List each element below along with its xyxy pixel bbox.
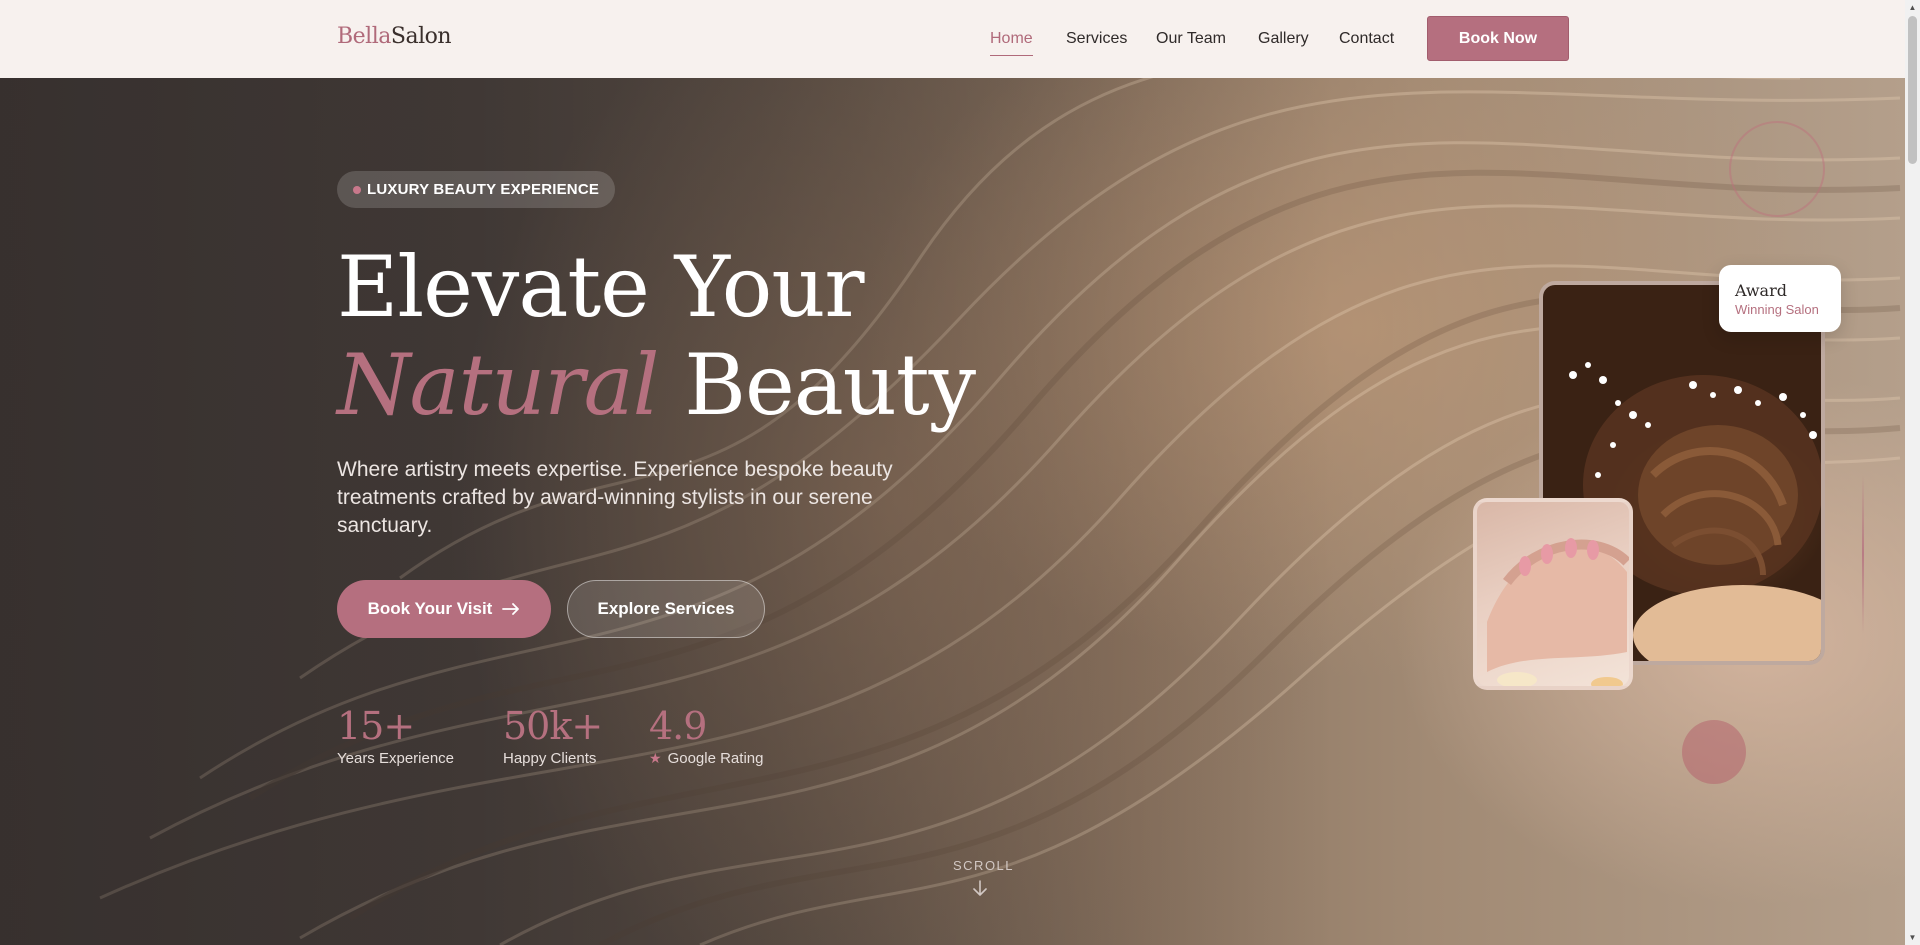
headline-line2: Beauty <box>684 336 976 434</box>
stat-clients: 50k+ Happy Clients <box>503 704 603 767</box>
decorative-line <box>1862 474 1864 634</box>
hero-headline: Elevate Your Natural Beauty <box>337 238 976 434</box>
nav-link-services[interactable]: Services <box>1066 30 1127 48</box>
hero-subtitle: Where artistry meets expertise. Experien… <box>337 458 893 537</box>
site-logo[interactable]: BellaSalon <box>337 24 452 49</box>
stat-value: 15+ <box>337 704 415 748</box>
badge-dot-icon <box>353 186 361 194</box>
book-your-visit-button[interactable]: Book Your Visit <box>337 580 551 638</box>
book-now-button[interactable]: Book Now <box>1427 16 1569 61</box>
badge-label: LUXURY BEAUTY EXPERIENCE <box>367 181 600 198</box>
hero-section: LUXURY BEAUTY EXPERIENCE Elevate Your Na… <box>0 78 1905 945</box>
stat-value: 50k+ <box>503 704 603 748</box>
nav-link-contact[interactable]: Contact <box>1339 30 1394 48</box>
logo-main: Salon <box>390 24 452 49</box>
award-title: Award <box>1735 281 1787 300</box>
arrow-right-icon <box>502 603 520 615</box>
stat-value: 4.9 <box>649 704 707 748</box>
nav-link-our-team[interactable]: Our Team <box>1156 30 1226 48</box>
scroll-indicator[interactable]: SCROLL <box>953 858 1013 897</box>
headline-line1: Elevate Your <box>337 238 865 336</box>
scroll-down-icon[interactable]: ▼ <box>1908 933 1917 942</box>
logo-accent: Bella <box>337 24 391 49</box>
page-scrollbar[interactable]: ▲ ▼ <box>1905 0 1920 945</box>
award-subtitle: Winning Salon <box>1735 302 1819 317</box>
explore-services-button[interactable]: Explore Services <box>567 580 765 638</box>
manicure-photo <box>1473 498 1633 690</box>
hero-badge: LUXURY BEAUTY EXPERIENCE <box>337 171 616 208</box>
decorative-circle <box>1682 720 1746 784</box>
award-card: Award Winning Salon <box>1719 265 1841 332</box>
stat-label: Years Experience <box>337 750 455 767</box>
book-your-visit-label: Book Your Visit <box>367 599 493 618</box>
headline-italic-word: Natural <box>337 336 660 434</box>
star-icon: ★ <box>649 750 662 766</box>
stat-experience: 15+ Years Experience <box>337 704 454 767</box>
decorative-ring <box>1729 121 1825 217</box>
nav-link-gallery[interactable]: Gallery <box>1258 30 1309 48</box>
top-navbar: BellaSalon Home Services Our Team Galler… <box>0 0 1905 78</box>
scroll-label: SCROLL <box>953 858 1015 873</box>
stat-label: Happy Clients <box>503 750 597 767</box>
arrow-down-icon <box>973 880 987 896</box>
stat-rating: 4.9 ★ Google Rating <box>649 704 763 767</box>
nav-link-home[interactable]: Home <box>990 30 1033 56</box>
scroll-up-icon[interactable]: ▲ <box>1908 3 1917 12</box>
scroll-thumb[interactable] <box>1908 16 1917 164</box>
stat-label: ★ Google Rating <box>649 750 764 767</box>
